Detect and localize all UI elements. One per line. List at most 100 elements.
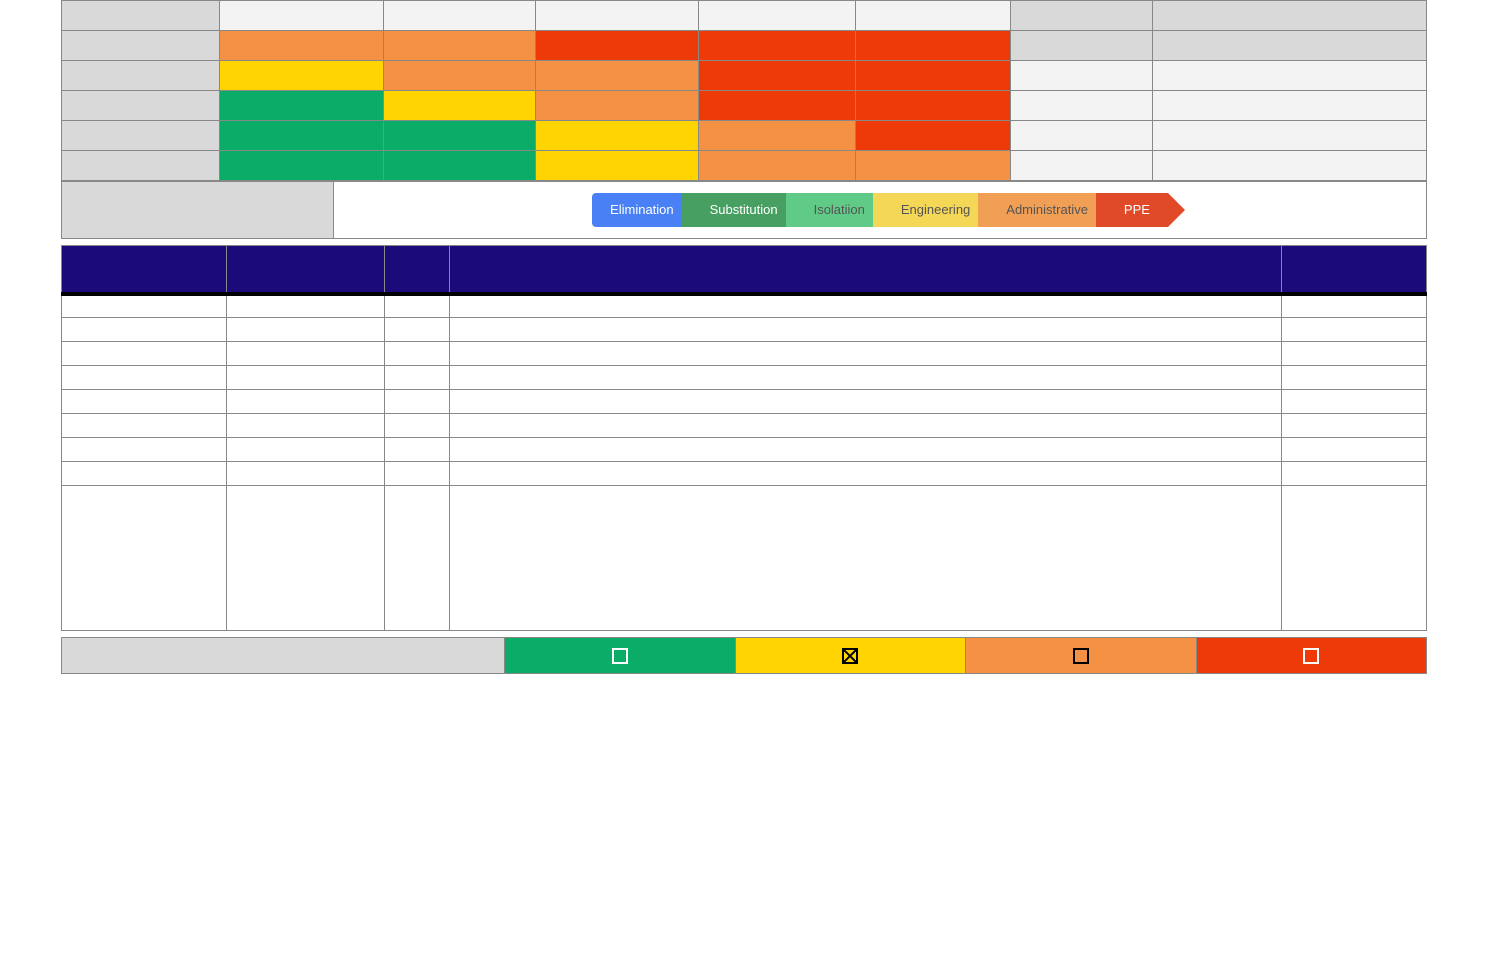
- checkbox-checked-icon: [842, 648, 858, 664]
- table-row: [62, 486, 1427, 631]
- table-cell[interactable]: [1282, 462, 1427, 486]
- table-cell[interactable]: [385, 366, 450, 390]
- matrix-cell: [1153, 1, 1427, 31]
- chevron-substitution: Substitution: [682, 193, 796, 227]
- table-cell[interactable]: [227, 366, 385, 390]
- table-cell[interactable]: [385, 294, 450, 318]
- table-row: [62, 366, 1427, 390]
- table-cell[interactable]: [227, 486, 385, 631]
- matrix-cell: [536, 31, 699, 61]
- residual-option-red[interactable]: [1196, 638, 1427, 674]
- table-cell[interactable]: [227, 390, 385, 414]
- table-cell[interactable]: [62, 414, 227, 438]
- table-cell[interactable]: [385, 342, 450, 366]
- table-cell[interactable]: [385, 486, 450, 631]
- matrix-cell: [536, 121, 699, 151]
- matrix-cell: [699, 91, 856, 121]
- matrix-cell: [856, 31, 1011, 61]
- risk-matrix-table: [61, 0, 1427, 181]
- checkbox-icon: [1073, 648, 1089, 664]
- table-cell[interactable]: [385, 462, 450, 486]
- matrix-cell: [536, 61, 699, 91]
- matrix-cell: [856, 1, 1011, 31]
- table-cell[interactable]: [450, 318, 1282, 342]
- matrix-cell: [1153, 61, 1427, 91]
- matrix-row-label: [62, 61, 220, 91]
- assessment-header-1: [62, 246, 227, 294]
- matrix-cell: [220, 1, 384, 31]
- table-cell[interactable]: [450, 414, 1282, 438]
- table-cell[interactable]: [227, 414, 385, 438]
- table-cell[interactable]: [450, 294, 1282, 318]
- matrix-cell: [220, 151, 384, 181]
- matrix-cell: [699, 31, 856, 61]
- table-cell[interactable]: [1282, 438, 1427, 462]
- matrix-cell: [856, 61, 1011, 91]
- table-cell[interactable]: [1282, 486, 1427, 631]
- matrix-cell: [536, 91, 699, 121]
- matrix-cell: [220, 121, 384, 151]
- assessment-header-5: [1282, 246, 1427, 294]
- matrix-row-label: [62, 31, 220, 61]
- matrix-cell: [220, 61, 384, 91]
- table-row: [62, 342, 1427, 366]
- table-cell[interactable]: [227, 342, 385, 366]
- matrix-cell: [220, 31, 384, 61]
- table-row: [62, 390, 1427, 414]
- table-cell[interactable]: [450, 390, 1282, 414]
- matrix-cell: [1011, 61, 1153, 91]
- table-cell[interactable]: [1282, 390, 1427, 414]
- matrix-cell: [856, 91, 1011, 121]
- assessment-table: [61, 245, 1427, 631]
- table-cell[interactable]: [450, 366, 1282, 390]
- table-cell[interactable]: [385, 438, 450, 462]
- table-cell[interactable]: [62, 462, 227, 486]
- table-cell[interactable]: [385, 414, 450, 438]
- table-cell[interactable]: [227, 438, 385, 462]
- table-cell[interactable]: [1282, 342, 1427, 366]
- table-cell[interactable]: [1282, 318, 1427, 342]
- residual-label: [62, 638, 505, 674]
- table-cell[interactable]: [227, 462, 385, 486]
- matrix-cell: [1011, 31, 1153, 61]
- table-cell[interactable]: [385, 390, 450, 414]
- chevron-ppe: PPE: [1096, 193, 1168, 227]
- matrix-cell: [384, 151, 536, 181]
- table-cell[interactable]: [62, 486, 227, 631]
- table-cell[interactable]: [1282, 414, 1427, 438]
- table-cell[interactable]: [450, 342, 1282, 366]
- table-cell[interactable]: [227, 318, 385, 342]
- table-cell[interactable]: [1282, 294, 1427, 318]
- table-cell[interactable]: [1282, 366, 1427, 390]
- table-cell[interactable]: [385, 318, 450, 342]
- table-cell[interactable]: [450, 486, 1282, 631]
- checkbox-icon: [612, 648, 628, 664]
- table-cell[interactable]: [62, 366, 227, 390]
- table-cell[interactable]: [450, 462, 1282, 486]
- residual-option-yellow[interactable]: [735, 638, 966, 674]
- matrix-cell: [384, 1, 536, 31]
- table-cell[interactable]: [62, 342, 227, 366]
- chevron-isolation: Isolatiion: [786, 193, 883, 227]
- matrix-cell: [699, 151, 856, 181]
- matrix-cell: [856, 121, 1011, 151]
- matrix-row: [62, 31, 1427, 61]
- matrix-cell: [1011, 121, 1153, 151]
- residual-option-green[interactable]: [505, 638, 736, 674]
- table-cell[interactable]: [227, 294, 385, 318]
- table-cell[interactable]: [62, 318, 227, 342]
- hierarchy-chevrons-cell: Elimination Substitution Isolatiion Engi…: [334, 182, 1427, 239]
- chevron-engineering: Engineering: [873, 193, 988, 227]
- matrix-cell: [1153, 31, 1427, 61]
- matrix-cell: [384, 121, 536, 151]
- residual-option-orange[interactable]: [966, 638, 1197, 674]
- table-row: [62, 414, 1427, 438]
- matrix-cell: [699, 61, 856, 91]
- residual-risk-bar: [61, 637, 1427, 674]
- table-cell[interactable]: [62, 294, 227, 318]
- table-row: [62, 438, 1427, 462]
- table-cell[interactable]: [62, 438, 227, 462]
- table-cell[interactable]: [450, 438, 1282, 462]
- table-cell[interactable]: [62, 390, 227, 414]
- matrix-cell: [384, 31, 536, 61]
